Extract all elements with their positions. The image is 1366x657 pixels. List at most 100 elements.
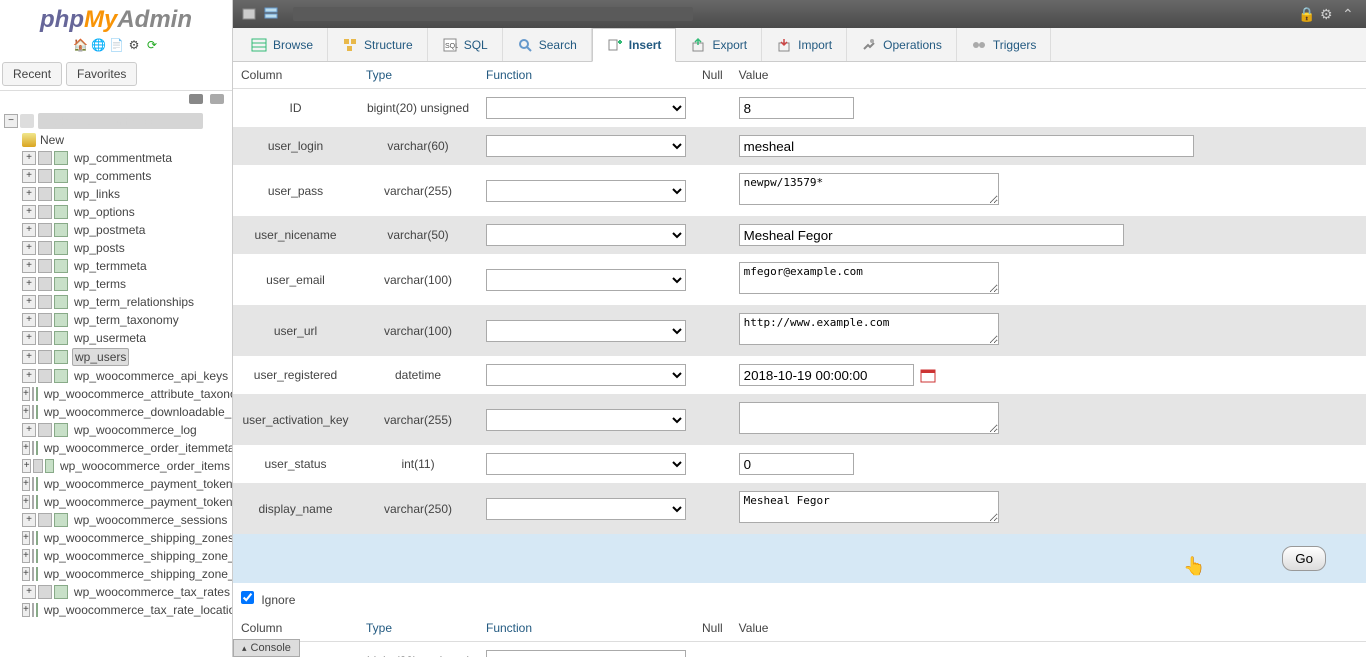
table-icon[interactable] [38,513,52,527]
table-icon[interactable] [38,223,52,237]
function-user_pass[interactable] [486,180,686,202]
table-icon[interactable] [32,531,34,545]
table-wp_woocommerce_tax_rate_locations[interactable]: wp_woocommerce_tax_rate_locations [42,602,232,618]
expand-icon[interactable]: + [22,313,36,327]
expand-icon[interactable]: + [22,585,36,599]
header-type-2[interactable]: Type [366,621,392,635]
table-icon[interactable] [38,259,52,273]
expand-icon[interactable]: + [22,549,30,563]
table-struct-icon[interactable] [54,295,68,309]
table-icon[interactable] [38,313,52,327]
favorites-tab[interactable]: Favorites [66,62,137,86]
collapse-all-icon[interactable] [189,94,203,104]
expand-icon[interactable]: + [22,369,36,383]
table-wp_woocommerce_shipping_zone_locations[interactable]: wp_woocommerce_shipping_zone_locations [42,548,232,564]
logout-icon[interactable]: 🌐 [91,38,105,52]
link-icon[interactable] [210,94,224,104]
table-wp_woocommerce_shipping_zones[interactable]: wp_woocommerce_shipping_zones [42,530,232,546]
table-icon[interactable] [38,350,52,364]
table-icon[interactable] [38,241,52,255]
value-user_registered[interactable] [739,364,914,386]
expand-icon[interactable]: + [22,441,30,455]
table-wp_links[interactable]: wp_links [72,186,122,202]
header-type[interactable]: Type [366,68,392,82]
table-icon[interactable] [38,187,52,201]
table-struct-icon[interactable] [36,405,38,419]
expand-icon[interactable]: + [22,259,36,273]
expand-icon[interactable]: + [22,331,36,345]
table-wp_postmeta[interactable]: wp_postmeta [72,222,147,238]
value-user_login[interactable] [739,135,1194,157]
function-ID[interactable] [486,97,686,119]
header-function-2[interactable]: Function [486,621,532,635]
value-user_pass[interactable]: newpw/13579* [739,173,999,205]
table-struct-icon[interactable] [36,441,38,455]
table-wp_woocommerce_payment_tokens[interactable]: wp_woocommerce_payment_tokens [42,494,232,510]
value-display_name[interactable]: Mesheal Fegor [739,491,999,523]
expand-icon[interactable]: + [22,477,30,491]
table-icon[interactable] [38,169,52,183]
lock-icon[interactable]: 🔒 [1298,6,1314,22]
expand-icon[interactable]: + [22,531,30,545]
go-button[interactable]: Go [1282,546,1326,571]
table-struct-icon[interactable] [54,369,68,383]
table-icon[interactable] [38,369,52,383]
table-wp_woocommerce_attribute_taxonomies[interactable]: wp_woocommerce_attribute_taxonomies [42,386,232,402]
table-icon[interactable] [32,549,34,563]
function-user_registered[interactable] [486,364,686,386]
table-icon[interactable] [38,277,52,291]
console-toggle[interactable]: Console [233,639,300,657]
tab-insert[interactable]: Insert [592,28,677,62]
expand-icon[interactable]: + [22,205,36,219]
table-wp_commentmeta[interactable]: wp_commentmeta [72,150,174,166]
row2-function-select[interactable] [486,650,686,657]
table-wp_terms[interactable]: wp_terms [72,276,128,292]
tab-browse[interactable]: Browse [237,28,328,61]
expand-icon[interactable]: + [22,169,36,183]
table-struct-icon[interactable] [54,241,68,255]
function-user_email[interactable] [486,269,686,291]
expand-icon[interactable]: + [22,387,30,401]
table-struct-icon[interactable] [54,331,68,345]
server-icon[interactable] [263,6,279,22]
ignore-checkbox[interactable]: Ignore [241,593,295,607]
expand-icon[interactable]: + [22,241,36,255]
gear-icon[interactable]: ⚙ [1320,6,1336,22]
value-ID[interactable] [739,97,854,119]
table-struct-icon[interactable] [36,567,38,581]
expand-icon[interactable]: + [22,459,31,473]
calendar-icon[interactable] [920,368,936,384]
table-wp_woocommerce_log[interactable]: wp_woocommerce_log [72,422,199,438]
table-struct-icon[interactable] [54,585,68,599]
table-wp_woocommerce_payment_tokenmeta[interactable]: wp_woocommerce_payment_tokenmeta [42,476,232,492]
table-wp_woocommerce_downloadable_product_permissions[interactable]: wp_woocommerce_downloadable_product_perm… [42,404,232,420]
function-display_name[interactable] [486,498,686,520]
collapse-icon[interactable]: − [4,114,18,128]
expand-icon[interactable]: + [22,423,36,437]
table-struct-icon[interactable] [54,513,68,527]
value-user_activation_key[interactable] [739,402,999,434]
table-wp_woocommerce_order_items[interactable]: wp_woocommerce_order_items [58,458,232,474]
table-icon[interactable] [38,585,52,599]
table-icon[interactable] [32,405,34,419]
expand-icon[interactable]: + [22,405,30,419]
table-icon[interactable] [32,495,34,509]
table-wp_woocommerce_api_keys[interactable]: wp_woocommerce_api_keys [72,368,230,384]
table-icon[interactable] [38,295,52,309]
table-icon[interactable] [32,603,34,617]
expand-icon[interactable]: + [22,187,36,201]
table-struct-icon[interactable] [54,151,68,165]
table-struct-icon[interactable] [54,205,68,219]
tab-triggers[interactable]: Triggers [957,28,1052,61]
expand-icon[interactable]: + [22,567,30,581]
table-wp_woocommerce_sessions[interactable]: wp_woocommerce_sessions [72,512,229,528]
table-struct-icon[interactable] [54,223,68,237]
function-user_activation_key[interactable] [486,409,686,431]
value-user_status[interactable] [739,453,854,475]
expand-icon[interactable]: + [22,151,36,165]
table-wp_woocommerce_order_itemmeta[interactable]: wp_woocommerce_order_itemmeta [42,440,232,456]
tab-sql[interactable]: SQLSQL [428,28,503,61]
expand-icon[interactable]: + [22,295,36,309]
table-icon[interactable] [32,387,34,401]
tab-operations[interactable]: Operations [847,28,957,61]
